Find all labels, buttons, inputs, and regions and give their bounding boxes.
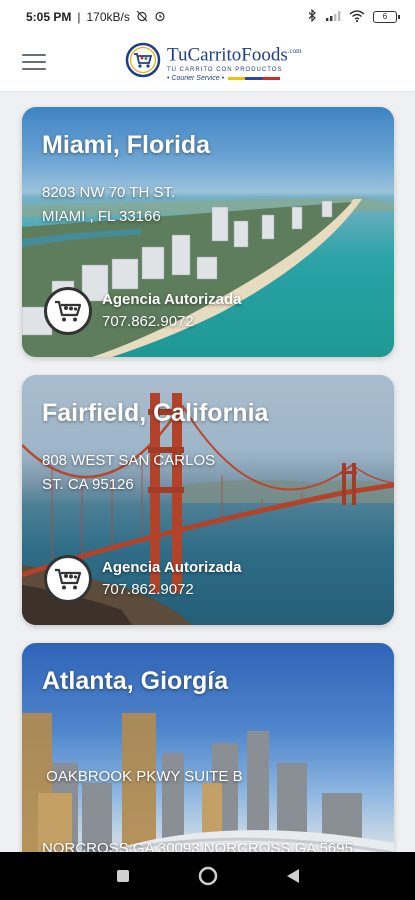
agency-info: Agencia Autorizada 707.862.9072: [102, 557, 241, 601]
locations-list: Miami, Florida 8203 NW 70 TH ST. MIAMI ,…: [0, 92, 415, 852]
logo-flag-stripe: [228, 77, 281, 81]
logo-name-suffix: .com: [287, 47, 302, 56]
address-line-2: ST. CA 95126: [42, 476, 134, 493]
app-logo[interactable]: TuCarritoFoods.com TU CARRITO CON PRODUC…: [125, 38, 302, 86]
menu-button[interactable]: [22, 51, 46, 73]
shopping-cart-icon: [44, 555, 92, 603]
wifi-icon: [349, 9, 365, 25]
bluetooth-icon: [307, 8, 317, 25]
agency-label: Agencia Autorizada: [102, 291, 242, 308]
address-line-1: 8203 NW 70 TH ST.: [42, 184, 176, 201]
location-card-atlanta[interactable]: Atlanta, Giorgía OAKBROOK PKWY SUITE B N…: [22, 643, 394, 852]
hamburger-icon-line: [22, 61, 46, 63]
app-bar: TuCarritoFoods.com TU CARRITO CON PRODUC…: [0, 34, 415, 92]
logo-name: TuCarritoFoods.com: [167, 41, 302, 65]
location-card-fairfield[interactable]: Fairfield, California 808 WEST SAN CARLO…: [22, 375, 394, 625]
shopping-cart-icon: [44, 287, 92, 335]
agency-phone[interactable]: 707.862.9072: [102, 311, 241, 333]
status-separator: |: [77, 10, 81, 24]
location-card-miami[interactable]: Miami, Florida 8203 NW 70 TH ST. MIAMI ,…: [22, 107, 394, 357]
agency-info: Agencia Autorizada 707.862.9072: [102, 289, 241, 333]
battery-icon: 6: [373, 11, 400, 23]
card-title: Fairfield, California: [42, 399, 269, 427]
hamburger-icon-line: [22, 68, 46, 70]
logo-tagline: TU CARRITO CON PRODUCTOS: [167, 66, 283, 73]
status-left: 5:05 PM | 170kB/s: [26, 10, 166, 25]
alarm-off-icon: [136, 10, 148, 25]
address-line-1: 808 WEST SAN CARLOS: [42, 452, 216, 469]
system-nav-bar: [0, 852, 415, 900]
logo-subline: • Courier Service •: [167, 74, 225, 82]
square-icon: [116, 870, 129, 882]
hamburger-icon-line: [22, 54, 46, 56]
card-title: Miami, Florida: [42, 131, 211, 159]
card-address: 808 WEST SAN CARLOS ST. CA 95126: [42, 449, 362, 497]
agency-phone[interactable]: 707.862.9072: [102, 579, 241, 601]
logo-cart-icon: [125, 42, 161, 83]
screen: 5:05 PM | 170kB/s 6 TuCarritoFoods.com T…: [0, 0, 415, 900]
address-line-2: NORCROSS GA 30093 NORCROSS GA 5695: [42, 840, 353, 852]
circle-icon: [198, 866, 217, 886]
logo-name-text: TuCarritoFoods: [167, 44, 288, 66]
address-line-1: OAKBROOK PKWY SUITE B: [42, 768, 243, 785]
triangle-back-icon: [286, 869, 299, 883]
status-bar: 5:05 PM | 170kB/s 6: [0, 0, 415, 34]
address-line-2: MIAMI , FL 33166: [42, 208, 161, 225]
logo-subline-row: • Courier Service •: [167, 74, 302, 83]
logo-text: TuCarritoFoods.com TU CARRITO CON PRODUC…: [167, 41, 302, 82]
card-address: OAKBROOK PKWY SUITE B NORCROSS GA 30093 …: [42, 717, 362, 852]
status-time: 5:05 PM: [26, 10, 72, 24]
status-right: 6: [307, 8, 400, 25]
nav-home-button[interactable]: [188, 856, 228, 896]
nav-recent-apps-button[interactable]: [103, 856, 143, 896]
nav-back-button[interactable]: [273, 856, 313, 896]
status-speed: 170kB/s: [86, 10, 130, 24]
signal-icon: [325, 10, 341, 25]
alarm-icon: [154, 10, 166, 25]
agency-label: Agencia Autorizada: [102, 559, 242, 576]
card-address: 8203 NW 70 TH ST. MIAMI , FL 33166: [42, 181, 362, 229]
card-title: Atlanta, Giorgía: [42, 667, 229, 695]
